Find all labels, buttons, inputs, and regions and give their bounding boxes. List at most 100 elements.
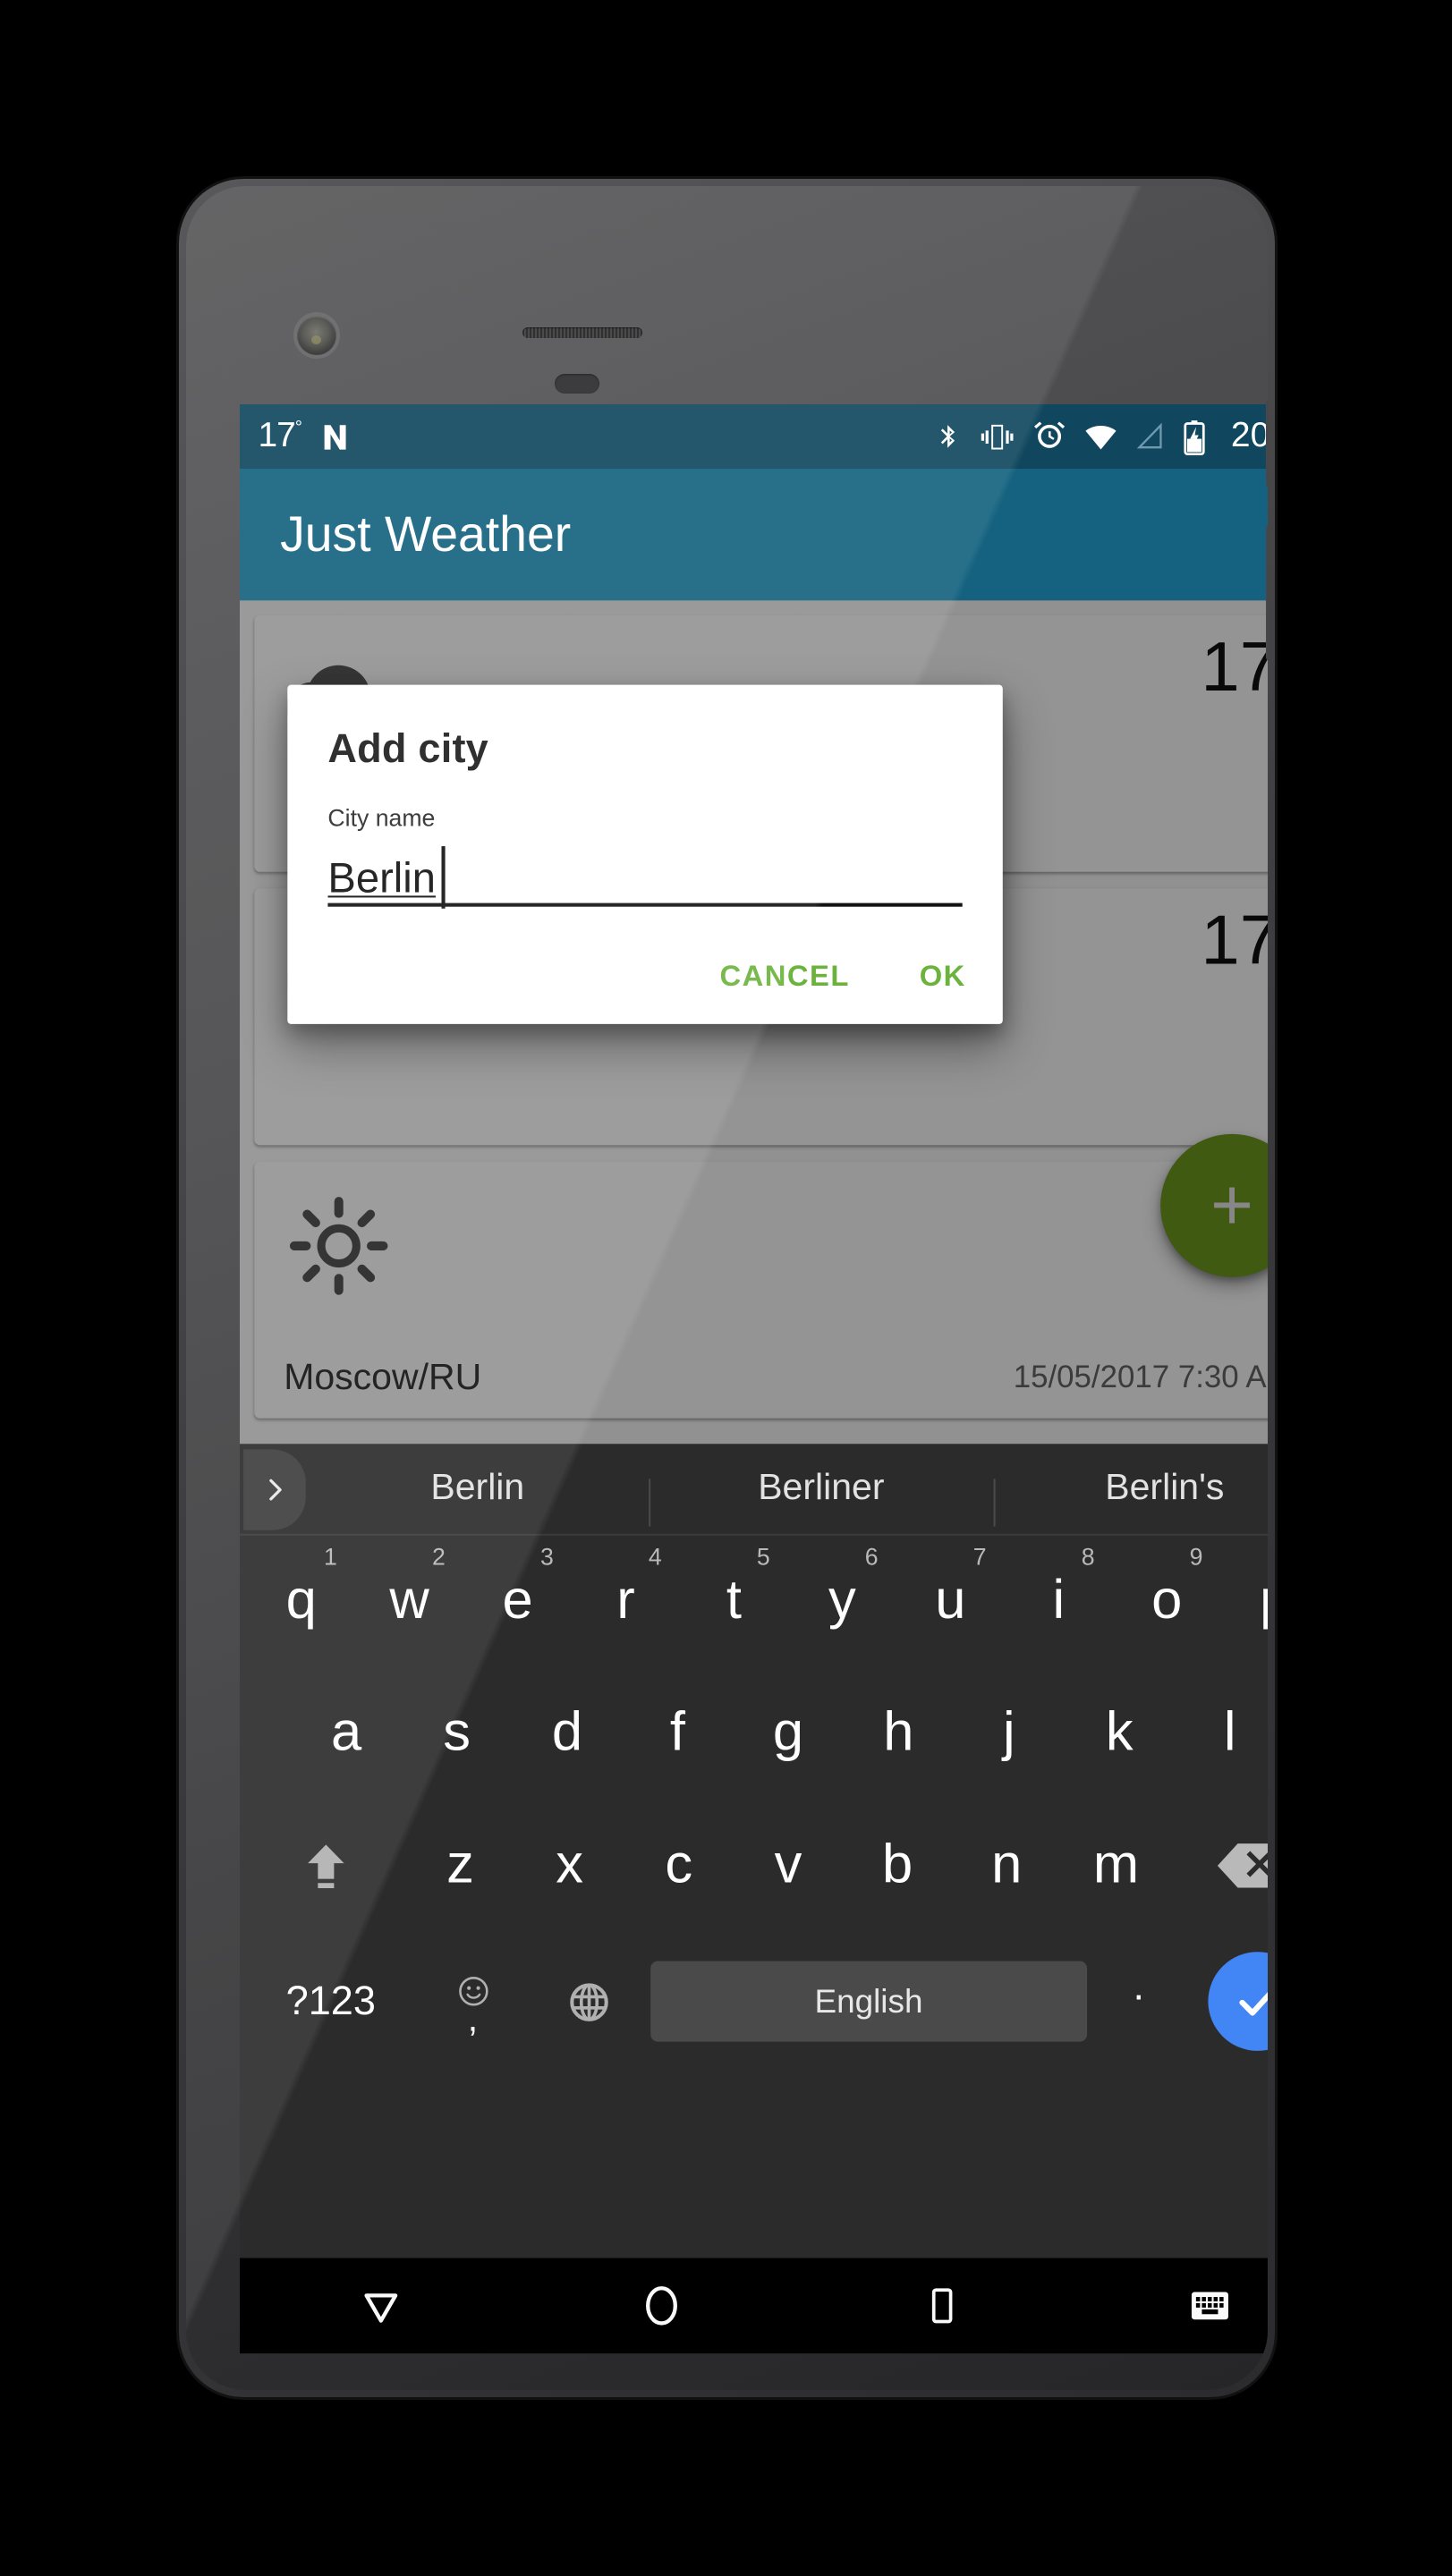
key-hint: 1 [324, 1543, 337, 1571]
cancel-button[interactable]: CANCEL [716, 951, 853, 1006]
key-label: u [935, 1570, 966, 1631]
language-switch-key[interactable] [535, 1979, 644, 2024]
dialog-title: Add city [327, 724, 488, 771]
back-triangle-icon [363, 2293, 397, 2323]
suggestion-item[interactable]: Berlin [306, 1468, 650, 1510]
suggestion-item[interactable]: Berlin's [992, 1468, 1268, 1527]
system-nav-bar [240, 2258, 1268, 2354]
symbols-key[interactable]: ?123 [250, 1978, 411, 2025]
key-c[interactable]: c [624, 1800, 734, 1932]
recents-square-icon [932, 2288, 954, 2324]
status-bar: 17° 20:00 [240, 404, 1268, 469]
space-key[interactable]: English [650, 1961, 1087, 2042]
ok-button[interactable]: OK [916, 951, 970, 1006]
chevron-right-icon[interactable] [243, 1448, 306, 1530]
city-name-input[interactable] [327, 850, 963, 905]
shift-up-icon[interactable] [247, 1835, 405, 1897]
key-d[interactable]: d [512, 1667, 622, 1800]
language-globe-icon [570, 1982, 608, 2021]
key-w[interactable]: 2w [355, 1536, 463, 1668]
key-i[interactable]: 8i [1005, 1536, 1113, 1668]
keyboard-row-1: 1q 2w 3e 4r 5t 6y 7u 8i 9o 0p [240, 1536, 1268, 1668]
app-title: Just Weather [280, 505, 572, 562]
dialog-actions: CANCEL OK [716, 951, 969, 1006]
text-caret [441, 846, 446, 909]
home-button[interactable] [521, 2258, 802, 2354]
key-hint: 4 [648, 1543, 662, 1571]
key-label: w [389, 1570, 429, 1631]
key-v[interactable]: v [734, 1800, 843, 1932]
enter-key[interactable] [1191, 1952, 1268, 2051]
key-a[interactable]: a [291, 1667, 401, 1800]
key-b[interactable]: b [843, 1800, 952, 1932]
key-hint: 5 [756, 1543, 770, 1571]
phone-bezel: 17° 20:00 Just Weather [186, 186, 1268, 2390]
battery-charging-icon [1185, 419, 1206, 455]
key-x[interactable]: x [515, 1800, 624, 1932]
phone-device: 17° 20:00 Just Weather [179, 179, 1275, 2397]
key-s[interactable]: s [402, 1667, 512, 1800]
key-label: t [726, 1570, 743, 1631]
key-label: o [1151, 1570, 1183, 1631]
earpiece-speaker [522, 327, 642, 338]
alarm-icon [1034, 421, 1066, 448]
key-label: p [1260, 1571, 1268, 1633]
key-f[interactable]: f [623, 1667, 733, 1800]
key-hint: 6 [864, 1543, 879, 1571]
key-label: y [828, 1570, 856, 1631]
key-p[interactable]: 0p [1221, 1536, 1268, 1668]
home-circle-icon [646, 2286, 677, 2326]
key-h[interactable]: h [844, 1667, 954, 1800]
key-label: i [1052, 1570, 1066, 1631]
key-z[interactable]: z [405, 1800, 514, 1932]
keyboard-row-4: ?123 , English . [240, 1932, 1268, 2072]
key-o[interactable]: 9o [1113, 1536, 1221, 1668]
key-u[interactable]: 7u [896, 1536, 1005, 1668]
bluetooth-icon [941, 425, 956, 448]
comma-label: , [467, 1999, 479, 2040]
key-hint: 7 [972, 1543, 987, 1571]
key-g[interactable]: g [733, 1667, 843, 1800]
volume-button[interactable] [1266, 526, 1268, 660]
key-label: r [616, 1570, 635, 1631]
suggestion-bar: Berlin Berliner Berlin's [240, 1444, 1268, 1536]
key-hint: 2 [432, 1543, 446, 1571]
period-key[interactable]: . [1094, 1963, 1184, 2040]
emoji-key[interactable]: , [419, 1974, 528, 2040]
status-bar-right: 20:00 [936, 416, 1268, 456]
status-bar-left: 17° [259, 416, 353, 456]
key-j[interactable]: j [954, 1667, 1064, 1800]
recents-button[interactable] [802, 2258, 1083, 2354]
proximity-sensor [555, 374, 599, 394]
key-label: q [285, 1570, 317, 1631]
key-n[interactable]: n [952, 1800, 1061, 1932]
key-t[interactable]: 5t [680, 1536, 788, 1668]
key-y[interactable]: 6y [788, 1536, 896, 1668]
key-hint: 8 [1081, 1543, 1095, 1571]
key-r[interactable]: 4r [572, 1536, 680, 1668]
status-clock: 20:00 [1230, 416, 1268, 455]
key-hint: 3 [539, 1543, 554, 1571]
hide-keyboard-button[interactable] [1083, 2258, 1268, 2354]
city-name-label: City name [327, 803, 436, 832]
power-button[interactable] [1266, 401, 1268, 487]
key-l[interactable]: l [1175, 1667, 1268, 1800]
app-bar: Just Weather [240, 468, 1268, 601]
key-q[interactable]: 1q [247, 1536, 355, 1668]
key-e[interactable]: 3e [463, 1536, 572, 1668]
phone-screen: 17° 20:00 Just Weather [240, 404, 1268, 2354]
backspace-icon[interactable] [1171, 1840, 1268, 1891]
suggestion-item[interactable]: Berliner [649, 1468, 993, 1527]
check-icon [1240, 1992, 1268, 2016]
key-k[interactable]: k [1065, 1667, 1175, 1800]
keyboard-row-2: a s d f g h j k l [240, 1667, 1268, 1800]
nfc-icon [323, 424, 345, 449]
key-label: e [502, 1570, 533, 1631]
city-name-field-wrapper [327, 846, 963, 909]
add-city-dialog: Add city City name CANCEL OK [287, 684, 1003, 1024]
key-m[interactable]: m [1061, 1800, 1170, 1932]
status-temperature: 17° [258, 416, 302, 455]
wifi-icon [1086, 426, 1117, 450]
keyboard-icon [1191, 2292, 1228, 2320]
back-button[interactable] [240, 2258, 521, 2354]
